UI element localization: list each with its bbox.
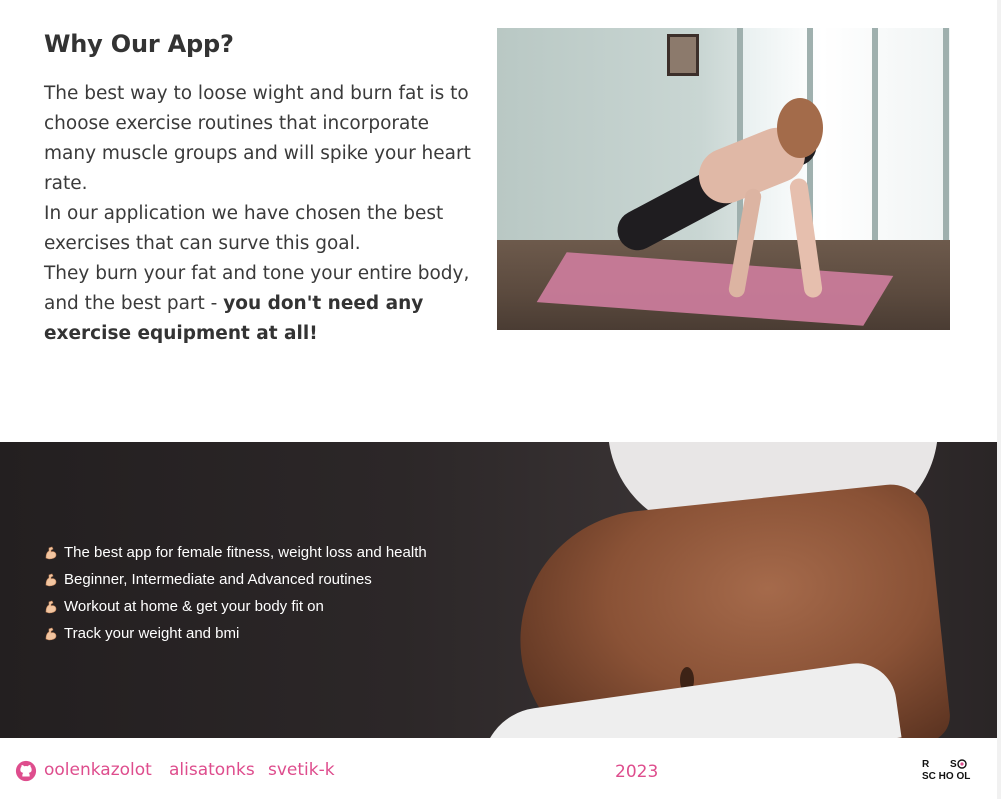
- flexed-biceps-icon: [44, 546, 58, 560]
- feature-item: The best app for female fitness, weight …: [44, 539, 427, 566]
- feature-text: Beginner, Intermediate and Advanced rout…: [64, 571, 372, 588]
- why-section: Why Our App? The best way to loose wight…: [44, 30, 484, 349]
- rs-school-logo[interactable]: R S SC HO OL: [920, 758, 980, 782]
- page: Why Our App? The best way to loose wight…: [0, 0, 997, 799]
- feature-item: Workout at home & get your body fit on: [44, 593, 427, 620]
- svg-text:SC HO OL: SC HO OL: [922, 771, 970, 782]
- features-banner: The best app for female fitness, weight …: [0, 442, 997, 738]
- flexed-biceps-icon: [44, 600, 58, 614]
- github-icon[interactable]: [15, 760, 37, 782]
- why-text: The best way to loose wight and burn fat…: [44, 79, 484, 349]
- feature-list: The best app for female fitness, weight …: [44, 539, 427, 647]
- svg-text:S: S: [950, 759, 957, 770]
- feature-text: The best app for female fitness, weight …: [64, 544, 427, 561]
- feature-text: Track your weight and bmi: [64, 625, 240, 642]
- feature-item: Track your weight and bmi: [44, 620, 427, 647]
- feature-text: Workout at home & get your body fit on: [64, 598, 324, 615]
- author-link-oolenkazolot[interactable]: oolenkazolot: [44, 760, 152, 780]
- footer: oolenkazolot alisatonks svetik-k 2023 R …: [0, 738, 997, 799]
- why-title: Why Our App?: [44, 30, 234, 58]
- wall-picture: [667, 34, 699, 76]
- scrollbar-track[interactable]: [997, 0, 1001, 799]
- copyright-year: 2023: [615, 762, 659, 782]
- svg-text:R: R: [922, 759, 930, 770]
- why-paragraph-2: In our application we have chosen the be…: [44, 203, 444, 254]
- workout-photo: [497, 28, 950, 330]
- why-paragraph-1: The best way to loose wight and burn fat…: [44, 83, 471, 194]
- flexed-biceps-icon: [44, 573, 58, 587]
- author-link-alisatonks[interactable]: alisatonks: [169, 760, 255, 780]
- feature-item: Beginner, Intermediate and Advanced rout…: [44, 566, 427, 593]
- flexed-biceps-icon: [44, 627, 58, 641]
- author-link-svetik-k[interactable]: svetik-k: [268, 760, 335, 780]
